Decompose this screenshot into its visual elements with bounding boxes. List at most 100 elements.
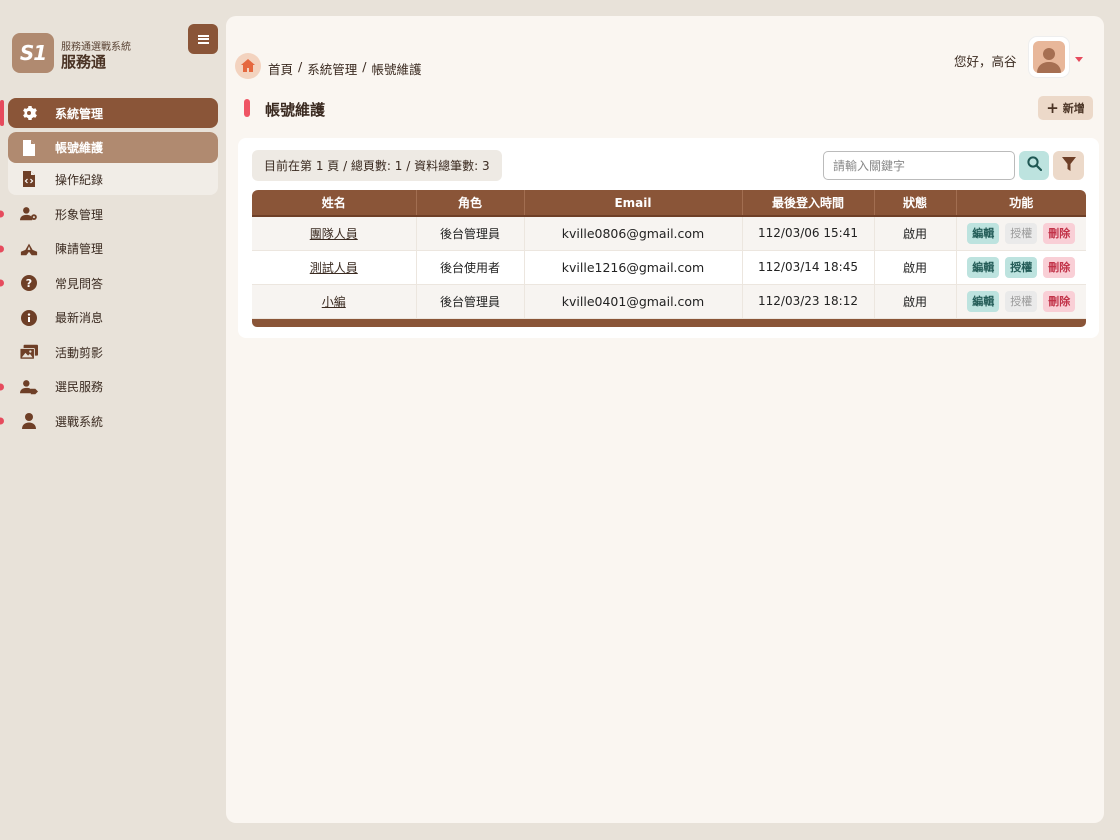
plus-icon: +	[1046, 98, 1059, 117]
sidebar-item-news[interactable]: 最新消息	[0, 301, 226, 336]
column-header[interactable]: 角色	[416, 190, 525, 216]
user-avatar-icon	[1033, 41, 1065, 73]
breadcrumb-system[interactable]: 系統管理	[307, 59, 357, 78]
sidebar: S1 服務通選戰系統 服務通 系統管理 帳號維護 操作紀錄 形象管理 陳請管理 …	[0, 0, 226, 840]
notification-dot	[0, 383, 4, 391]
user-menu-caret-icon[interactable]	[1075, 57, 1083, 62]
edit-button[interactable]: 編輯	[967, 290, 1000, 312]
sidebar-item-voter-service[interactable]: 選民服務	[0, 370, 226, 405]
account-email: kville1216@gmail.com	[524, 250, 743, 285]
user-icon	[20, 412, 38, 430]
sidebar-submenu: 帳號維護 操作紀錄	[8, 132, 218, 195]
column-header[interactable]: 狀態	[874, 190, 957, 216]
account-email: kville0401@gmail.com	[524, 284, 743, 319]
delete-button[interactable]: 刪除	[1043, 290, 1076, 312]
sidebar-item-faq[interactable]: ? 常見問答	[0, 266, 226, 301]
account-role: 後台使用者	[416, 250, 525, 285]
authorize-button[interactable]: 授權	[1005, 256, 1038, 278]
filter-button[interactable]	[1053, 151, 1084, 180]
submenu-item-label: 操作紀錄	[55, 172, 104, 187]
notification-dot	[0, 417, 4, 425]
search-button[interactable]	[1019, 151, 1049, 180]
gear-icon	[20, 104, 38, 122]
add-button[interactable]: + 新增	[1038, 96, 1093, 120]
breadcrumb-home[interactable]: 首頁	[268, 59, 293, 78]
accounts-table: 姓名 角色 Email 最後登入時間 狀態 功能 團隊人員 後台管理員 kvil…	[252, 190, 1086, 327]
breadcrumb: 首頁 / 系統管理 / 帳號維護	[268, 59, 421, 78]
breadcrumb-separator: /	[298, 59, 303, 74]
account-status: 啟用	[874, 250, 957, 285]
home-button[interactable]	[235, 53, 261, 79]
authorize-button[interactable]: 授權	[1005, 290, 1038, 312]
account-last-login: 112/03/23 18:12	[742, 284, 875, 319]
sidebar-item-system[interactable]: 系統管理	[0, 98, 218, 128]
home-icon	[241, 57, 255, 76]
edit-button[interactable]: 編輯	[967, 256, 1000, 278]
sidebar-item-label: 陳請管理	[55, 242, 104, 257]
edit-button[interactable]: 編輯	[967, 222, 1000, 244]
delete-button[interactable]: 刪除	[1043, 256, 1076, 278]
column-header[interactable]: 最後登入時間	[742, 190, 875, 216]
sidebar-item-label: 選民服務	[55, 380, 104, 395]
account-email: kville0806@gmail.com	[524, 216, 743, 251]
account-last-login: 112/03/06 15:41	[742, 216, 875, 251]
sidebar-item-label: 常見問答	[55, 276, 104, 291]
sidebar-item-label: 系統管理	[55, 106, 104, 121]
sidebar-item-label: 活動剪影	[55, 345, 104, 360]
file-code-icon	[22, 171, 36, 187]
account-status: 啟用	[874, 216, 957, 251]
accounts-card: 目前在第 1 頁 / 總頁數: 1 / 資料總筆數: 3 姓名 角色	[238, 138, 1099, 338]
notification-dot	[0, 210, 4, 218]
account-last-login: 112/03/14 18:45	[742, 250, 875, 285]
table-row: 小編 後台管理員 kville0401@gmail.com 112/03/23 …	[252, 284, 1086, 319]
add-button-label: 新增	[1062, 102, 1085, 115]
user-greeting: 您好，高谷	[954, 54, 1017, 69]
column-header[interactable]: 姓名	[252, 190, 417, 216]
info-icon	[20, 309, 38, 327]
filter-icon	[1061, 156, 1076, 175]
account-role: 後台管理員	[416, 284, 525, 319]
sidebar-item-gallery[interactable]: 活動剪影	[0, 335, 226, 370]
sidebar-item-label: 最新消息	[55, 311, 104, 326]
account-name-link[interactable]: 測試人員	[310, 261, 358, 275]
account-role: 後台管理員	[416, 216, 525, 251]
column-header[interactable]: Email	[524, 190, 743, 216]
breadcrumb-separator: /	[362, 59, 367, 74]
main-panel: 首頁 / 系統管理 / 帳號維護 您好，高谷 帳號維護 + 新增 目前在第 1 …	[226, 16, 1104, 823]
sidebar-item-label: 形象管理	[55, 207, 104, 222]
account-name-link[interactable]: 團隊人員	[310, 227, 358, 241]
hamburger-icon	[197, 34, 209, 44]
submenu-item-accounts[interactable]: 帳號維護	[8, 132, 218, 163]
account-status: 啟用	[874, 284, 957, 319]
authorize-button[interactable]: 授權	[1005, 222, 1038, 244]
menu-toggle-button[interactable]	[188, 24, 218, 54]
column-header: 功能	[956, 190, 1086, 216]
pagination-info: 目前在第 1 頁 / 總頁數: 1 / 資料總筆數: 3	[252, 150, 502, 181]
submenu-item-logs[interactable]: 操作紀錄	[8, 163, 218, 195]
table-row: 測試人員 後台使用者 kville1216@gmail.com 112/03/1…	[252, 250, 1086, 285]
table-header-row: 姓名 角色 Email 最後登入時間 狀態 功能	[252, 190, 1086, 216]
sidebar-item-petition[interactable]: 陳請管理	[0, 232, 226, 267]
images-icon	[20, 343, 38, 361]
title-accent-bar	[244, 99, 250, 117]
search-input[interactable]	[823, 151, 1015, 180]
sidebar-item-campaign[interactable]: 選戰系統	[0, 404, 226, 439]
hands-icon	[20, 240, 38, 258]
active-indicator	[0, 100, 4, 126]
account-name-link[interactable]: 小編	[322, 295, 346, 309]
notification-dot	[0, 245, 4, 253]
brand-logo[interactable]: S1	[12, 33, 54, 73]
submenu-item-label: 帳號維護	[55, 141, 104, 155]
file-icon	[22, 139, 36, 156]
delete-button[interactable]: 刪除	[1043, 222, 1076, 244]
sidebar-nav: 系統管理 帳號維護 操作紀錄 形象管理 陳請管理 ? 常見問答 最新消息 活動剪…	[0, 98, 226, 439]
search-icon	[1026, 156, 1042, 175]
user-gear-icon	[20, 205, 38, 223]
breadcrumb-current: 帳號維護	[371, 62, 422, 77]
avatar[interactable]	[1029, 37, 1069, 77]
sidebar-item-image[interactable]: 形象管理	[0, 197, 226, 232]
sidebar-item-label: 選戰系統	[55, 414, 104, 429]
question-icon: ?	[20, 274, 38, 292]
notification-dot	[0, 279, 4, 287]
table-row: 團隊人員 後台管理員 kville0806@gmail.com 112/03/0…	[252, 216, 1086, 251]
